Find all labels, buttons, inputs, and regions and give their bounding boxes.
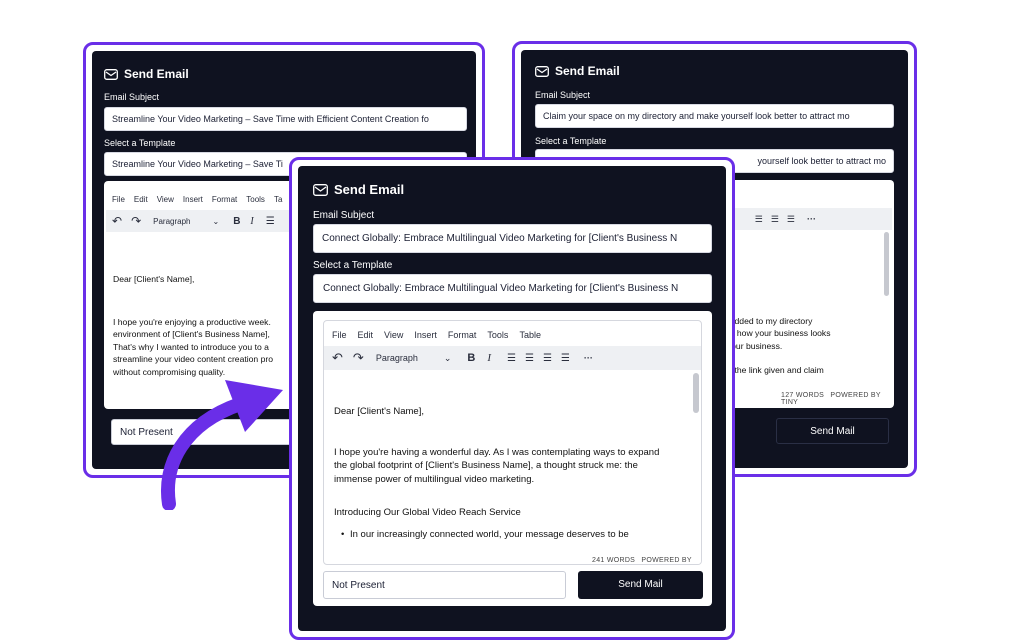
more-icon[interactable]: ···: [807, 214, 816, 224]
redo-icon[interactable]: ↷: [131, 214, 141, 228]
chevron-down-icon: ⌄: [212, 216, 220, 226]
menu-view[interactable]: View: [384, 330, 403, 340]
italic-icon[interactable]: I: [250, 216, 253, 227]
envelope-icon: [535, 65, 549, 77]
subject-label: Email Subject: [104, 92, 160, 102]
curved-arrow-icon: [161, 380, 283, 510]
align-left-icon[interactable]: ☰: [266, 216, 275, 227]
menu-file[interactable]: File: [112, 195, 125, 204]
editor-toolbar: ↶ ↷ Paragraph ⌄ B I ☰ ☰ ☰ ☰ ···: [324, 346, 701, 370]
align-left-icon[interactable]: ☰: [755, 214, 763, 225]
body-line: That's why I wanted to introduce you to …: [113, 341, 269, 352]
menu-tools[interactable]: Tools: [487, 330, 508, 340]
editor-scrollbar[interactable]: [693, 373, 699, 413]
paragraph-select[interactable]: Paragraph: [376, 353, 418, 363]
email-panel-front: Send Email Email Subject Connect Globall…: [298, 166, 726, 631]
send-mail-label: Send Mail: [810, 426, 855, 437]
align-center-icon[interactable]: ☰: [771, 214, 779, 225]
menu-edit[interactable]: Edit: [358, 330, 374, 340]
body-line: I hope you're having a wonderful day. As…: [334, 446, 660, 458]
greeting-text: Dear [Client's Name],: [113, 274, 195, 284]
bold-icon[interactable]: B: [233, 216, 240, 227]
undo-icon[interactable]: ↶: [332, 350, 343, 366]
undo-icon[interactable]: ↶: [112, 214, 122, 228]
template-label: Select a Template: [104, 138, 176, 148]
menu-view[interactable]: View: [157, 195, 174, 204]
redo-icon[interactable]: ↷: [353, 350, 364, 366]
section-heading: Introducing Our Global Video Reach Servi…: [334, 507, 521, 518]
editor-footer: 241 WORDS POWERED BY TINY ⁄⁄: [592, 557, 701, 565]
editor-footer: 127 WORDS POWERED BY TINY: [781, 392, 894, 406]
align-left-icon[interactable]: ☰: [507, 353, 516, 364]
editor-menubar: File Edit View Insert Format Tools Table: [332, 330, 541, 340]
body-line: environment of [Client's Business Name],: [113, 329, 270, 339]
panel-title: Send Email: [334, 182, 405, 197]
word-count: 127 WORDS: [781, 392, 825, 399]
editor-scrollbar[interactable]: [884, 232, 889, 296]
greeting-text: Dear [Client's Name],: [334, 406, 424, 417]
envelope-icon: [104, 68, 118, 80]
chevron-down-icon: ⌄: [443, 352, 452, 363]
send-mail-button[interactable]: Send Mail: [578, 571, 703, 599]
align-center-icon[interactable]: ☰: [525, 353, 534, 364]
editor-content[interactable]: Dear [Client's Name], I hope you're havi…: [334, 405, 689, 541]
subject-input[interactable]: Claim your space on my directory and mak…: [535, 104, 894, 128]
template-value: yourself look better to attract mo: [757, 156, 886, 166]
bullet-item: • In our increasingly connected world, y…: [341, 528, 629, 540]
body-line: streamline your video content creation p…: [113, 354, 274, 364]
bullet-text: In our increasingly connected world, you…: [350, 528, 629, 540]
send-mail-button[interactable]: Send Mail: [776, 418, 889, 444]
menu-insert[interactable]: Insert: [414, 330, 437, 340]
status-input[interactable]: Not Present: [323, 571, 566, 599]
template-label: Select a Template: [313, 260, 393, 271]
subject-input[interactable]: Streamline Your Video Marketing – Save T…: [104, 107, 467, 131]
panel-title: Send Email: [124, 67, 189, 81]
panel-header: Send Email: [313, 182, 404, 197]
paragraph-select[interactable]: Paragraph: [153, 217, 190, 226]
panel-title: Send Email: [555, 64, 620, 78]
align-right-icon[interactable]: ☰: [543, 353, 552, 364]
rich-text-editor[interactable]: File Edit View Insert Format Tools Table…: [313, 311, 712, 606]
editor-menubar: File Edit View Insert Format Tools Ta: [112, 195, 282, 204]
menu-format[interactable]: Format: [212, 195, 237, 204]
template-select[interactable]: Connect Globally: Embrace Multilingual V…: [313, 274, 712, 303]
body-line: I hope you're enjoying a productive week…: [113, 316, 271, 327]
subject-label: Email Subject: [535, 90, 591, 100]
menu-insert[interactable]: Insert: [183, 195, 203, 204]
body-line: the global footprint of [Client's Busine…: [334, 460, 638, 471]
subject-label: Email Subject: [313, 210, 375, 221]
justify-icon[interactable]: ☰: [561, 353, 570, 364]
email-card-front: Send Email Email Subject Connect Globall…: [289, 157, 735, 640]
bold-icon[interactable]: B: [467, 352, 475, 364]
status-placeholder: Not Present: [332, 580, 385, 591]
word-count: 241 WORDS: [592, 557, 636, 564]
menu-edit[interactable]: Edit: [134, 195, 148, 204]
menu-tools[interactable]: Tools: [246, 195, 265, 204]
editor-frame: File Edit View Insert Format Tools Table…: [323, 320, 702, 565]
template-label: Select a Template: [535, 136, 607, 146]
more-icon[interactable]: ···: [584, 353, 593, 363]
menu-format[interactable]: Format: [448, 330, 477, 340]
menu-table[interactable]: Table: [519, 330, 541, 340]
panel-header: Send Email: [104, 67, 189, 81]
align-right-icon[interactable]: ☰: [787, 214, 795, 225]
panel-header: Send Email: [535, 64, 620, 78]
send-mail-label: Send Mail: [618, 579, 663, 590]
menu-file[interactable]: File: [332, 330, 347, 340]
body-line: immense power of multilingual video mark…: [334, 473, 535, 485]
editor-content[interactable]: Dear [Client's Name], I hope you're enjo…: [113, 273, 273, 378]
envelope-icon: [313, 183, 328, 196]
menu-table[interactable]: Ta: [274, 195, 282, 204]
subject-input[interactable]: Connect Globally: Embrace Multilingual V…: [313, 224, 712, 253]
italic-icon[interactable]: I: [487, 352, 491, 364]
resize-icon[interactable]: ⁄⁄: [615, 564, 618, 565]
